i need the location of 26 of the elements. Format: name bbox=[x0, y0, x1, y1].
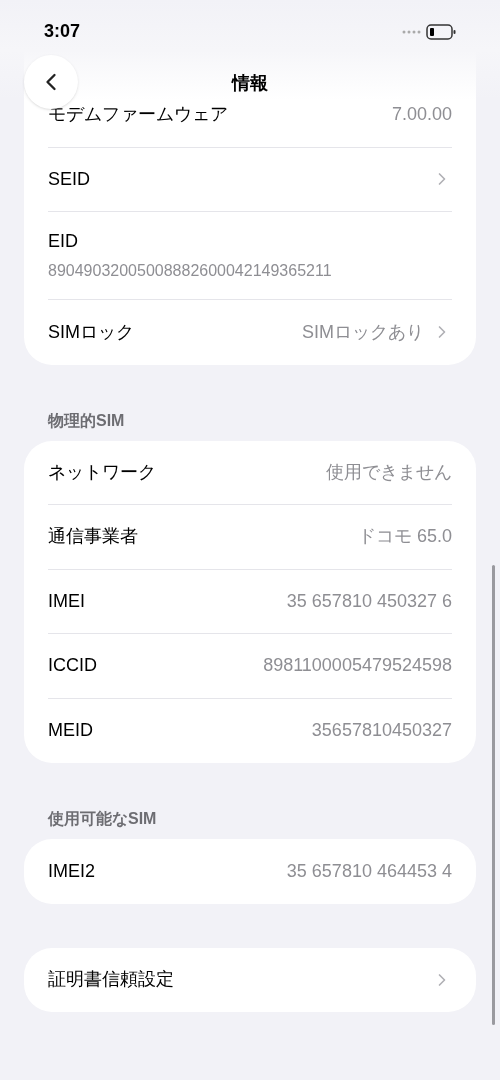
row-label: ICCID bbox=[48, 654, 97, 678]
row-label: 通信事業者 bbox=[48, 525, 138, 549]
row-value: SIMロックあり bbox=[302, 320, 424, 344]
section-header: 物理的SIM bbox=[47, 410, 126, 431]
row-label: MEID bbox=[48, 719, 93, 743]
row-value: ドコモ 65.0 bbox=[357, 525, 452, 549]
row-label: IMEI bbox=[48, 589, 85, 613]
row-value: 使用できません bbox=[326, 460, 452, 484]
section-header: 使用可能なSIM bbox=[46, 809, 158, 830]
row-label[interactable]: SEID bbox=[48, 165, 90, 193]
row-value: 7.00.00 bbox=[391, 103, 452, 127]
page-title: 情報 bbox=[232, 71, 268, 95]
row-value: 35657810450327 bbox=[311, 719, 452, 743]
row-value: 8981100005479524598 bbox=[263, 654, 452, 678]
row-label[interactable]: SIMロック bbox=[48, 318, 134, 346]
row-label: IMEI2 bbox=[48, 859, 95, 883]
row-label[interactable]: 証明書信頼設定 bbox=[48, 966, 174, 994]
row-label: モデムファームウェア bbox=[48, 103, 228, 127]
signal-icon bbox=[402, 29, 422, 34]
row-label: EID bbox=[48, 230, 79, 253]
row-value: 35 657810 450327 6 bbox=[286, 589, 452, 613]
row-value: 89049032005008882600042149365211 bbox=[48, 261, 333, 281]
battery-icon bbox=[426, 23, 456, 40]
row-value: 35 657810 464453 4 bbox=[286, 859, 452, 883]
status-time: 3:07 bbox=[44, 20, 81, 43]
row-label: ネットワーク bbox=[48, 460, 156, 484]
